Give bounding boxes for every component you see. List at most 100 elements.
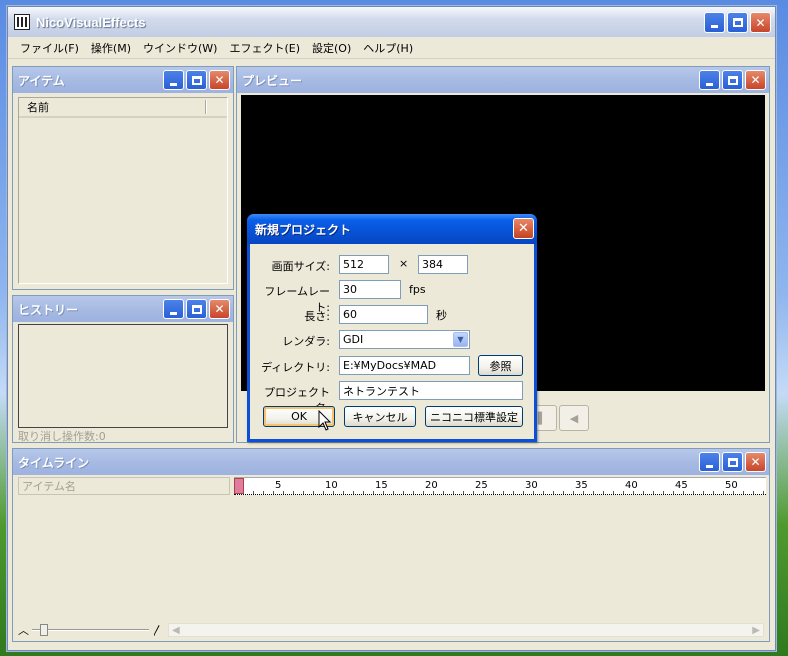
zoom-in-icon: ︿ <box>18 624 29 637</box>
timeline-tick-label: 20 <box>424 480 439 491</box>
history-close-button[interactable]: ✕ <box>209 299 230 319</box>
items-panel-titlebar[interactable]: アイテム ✕ <box>13 67 233 93</box>
directory-label: ディレクトリ: <box>261 361 330 374</box>
framerate-input[interactable] <box>339 280 401 299</box>
history-panel-titlebar[interactable]: ヒストリー ✕ <box>13 296 233 322</box>
zoom-track[interactable] <box>32 624 149 636</box>
directory-input[interactable] <box>339 356 470 375</box>
history-panel: ヒストリー ✕ 取り消し操作数:0 <box>12 295 234 443</box>
browse-button[interactable]: 参照 <box>478 355 523 376</box>
width-input[interactable] <box>339 255 389 274</box>
timeline-tick-label: 30 <box>524 480 539 491</box>
minimize-icon <box>711 25 718 28</box>
history-minimize-button[interactable] <box>163 299 184 319</box>
history-maximize-button[interactable] <box>186 299 207 319</box>
minimize-icon <box>706 82 713 86</box>
timeline-tick-label: 50 <box>724 480 739 491</box>
minimize-button[interactable] <box>704 12 725 33</box>
preview-panel-title: プレビュー <box>242 73 303 88</box>
timeline-minimize-button[interactable] <box>699 452 720 472</box>
preview-minimize-button[interactable] <box>699 70 720 90</box>
chevron-down-icon[interactable]: ▼ <box>453 332 468 347</box>
preview-panel-titlebar[interactable]: プレビュー ✕ <box>237 67 769 93</box>
timeline-panel-title: タイムライン <box>18 455 90 470</box>
items-column-header[interactable]: 名前 <box>19 98 227 118</box>
close-icon: ✕ <box>214 73 225 87</box>
project-name-input[interactable] <box>339 381 523 400</box>
zoom-thumb[interactable] <box>40 624 48 636</box>
close-icon: ✕ <box>750 73 761 87</box>
minimize-icon <box>706 464 713 468</box>
timeline-tick-label: 10 <box>324 480 339 491</box>
maximize-icon <box>727 457 738 467</box>
menu-settings[interactable]: 設定(O) <box>306 40 357 56</box>
scroll-left-icon[interactable]: ◀ <box>172 625 180 636</box>
maximize-icon <box>191 75 202 85</box>
history-panel-title: ヒストリー <box>18 302 79 317</box>
item-name-column-header[interactable]: アイテム名 <box>18 477 230 495</box>
app-title: NicoVisualEffects <box>36 14 146 30</box>
cancel-button[interactable]: キャンセル <box>344 406 416 427</box>
maximize-icon <box>732 18 743 27</box>
close-icon: ✕ <box>518 221 529 236</box>
times-sign: × <box>399 257 409 270</box>
timeline-tick-label: 35 <box>574 480 589 491</box>
timeline-tick-label: 45 <box>674 480 689 491</box>
renderer-value: GDI <box>343 333 364 346</box>
close-icon: ✕ <box>214 302 225 316</box>
menu-operation[interactable]: 操作(M) <box>85 40 137 56</box>
menu-bar: ファイル(F) 操作(M) ウインドウ(W) エフェクト(E) 設定(O) ヘル… <box>8 37 775 59</box>
renderer-label: レンダラ: <box>282 335 330 348</box>
maximize-button[interactable] <box>727 12 748 33</box>
menu-window[interactable]: ウインドウ(W) <box>137 40 223 56</box>
stop-icon: ▌ <box>537 411 547 425</box>
dialog-titlebar[interactable]: 新規プロジェクト ✕ <box>247 214 537 244</box>
preview-sound-button[interactable]: ◀ <box>559 405 589 431</box>
timeline-tick-label: 15 <box>374 480 389 491</box>
timeline-tick-label: 5 <box>274 480 283 491</box>
length-input[interactable] <box>339 305 428 324</box>
menu-effect[interactable]: エフェクト(E) <box>223 40 306 56</box>
history-list[interactable] <box>18 324 228 428</box>
length-unit: 秒 <box>436 309 447 322</box>
renderer-select[interactable]: GDI ▼ <box>339 330 470 349</box>
items-panel: アイテム ✕ 名前 <box>12 66 234 290</box>
scroll-right-icon[interactable]: ▶ <box>752 625 760 636</box>
minimize-icon <box>170 311 177 315</box>
framerate-unit: fps <box>409 283 426 296</box>
preview-close-button[interactable]: ✕ <box>745 70 766 90</box>
items-panel-title: アイテム <box>18 73 65 88</box>
items-list[interactable]: 名前 <box>18 97 228 284</box>
timeline-tracks[interactable] <box>18 497 764 621</box>
timeline-horizontal-scrollbar[interactable]: ◀ ▶ <box>168 623 764 637</box>
close-button[interactable]: ✕ <box>750 12 771 33</box>
name-column-label: 名前 <box>27 101 49 114</box>
items-minimize-button[interactable] <box>163 70 184 90</box>
column-divider[interactable] <box>205 100 207 114</box>
screen-size-label: 画面サイズ: <box>271 260 330 273</box>
timeline-ruler[interactable]: 5 10 15 20 25 30 35 40 45 50 <box>234 477 766 495</box>
preview-maximize-button[interactable] <box>722 70 743 90</box>
zoom-out-icon: 〳 <box>152 624 163 637</box>
timeline-close-button[interactable]: ✕ <box>745 452 766 472</box>
close-icon: ✕ <box>750 455 761 469</box>
dialog-close-button[interactable]: ✕ <box>513 218 534 239</box>
items-close-button[interactable]: ✕ <box>209 70 230 90</box>
maximize-icon <box>727 75 738 85</box>
film-icon <box>14 14 30 30</box>
items-maximize-button[interactable] <box>186 70 207 90</box>
timeline-maximize-button[interactable] <box>722 452 743 472</box>
menu-file[interactable]: ファイル(F) <box>14 40 85 56</box>
timeline-cursor[interactable] <box>234 478 244 494</box>
menu-help[interactable]: ヘルプ(H) <box>357 40 419 56</box>
speaker-icon: ◀ <box>569 411 579 425</box>
timeline-zoom-slider[interactable]: ︿ 〳 <box>18 623 163 637</box>
nico-default-button[interactable]: ニコニコ標準設定 <box>425 406 523 427</box>
new-project-dialog: 新規プロジェクト ✕ 画面サイズ: × フレームレート: fps 長さ: 秒 レ… <box>247 214 537 442</box>
timeline-panel-titlebar[interactable]: タイムライン ✕ <box>13 449 769 475</box>
timeline-tick-label: 40 <box>624 480 639 491</box>
main-titlebar[interactable]: NicoVisualEffects ✕ <box>8 7 775 37</box>
dialog-title: 新規プロジェクト <box>255 222 352 237</box>
height-input[interactable] <box>418 255 468 274</box>
undo-count-status: 取り消し操作数:0 <box>18 430 106 443</box>
